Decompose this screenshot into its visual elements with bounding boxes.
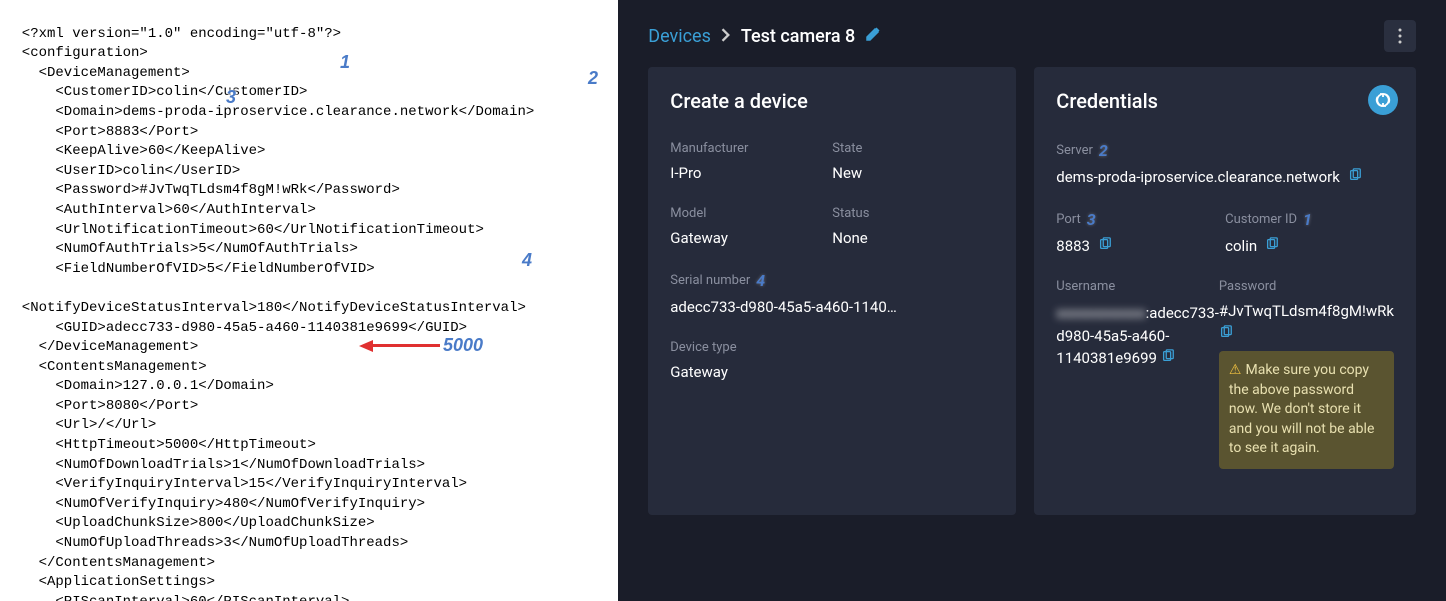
customerid-label: Customer ID 1 [1225,210,1394,229]
credentials-panel-title: Credentials [1056,89,1394,113]
copy-icon[interactable] [1348,168,1362,186]
manufacturer-value: I-Pro [670,164,832,182]
callout-2: 2 [588,66,598,91]
arrow-line [370,344,440,347]
copy-icon[interactable] [1161,349,1175,367]
password-warning: ⚠Make sure you copy the above password n… [1219,351,1394,469]
edit-icon[interactable] [865,26,881,46]
device-admin-pane: Devices Test camera 8 Create a device Ma… [618,0,1446,601]
breadcrumb-devices[interactable]: Devices [648,26,711,47]
state-label: State [832,141,994,156]
xml-line: <Password>#JvTwqTLdsm4f8gM!wRk</Password… [5,181,613,201]
callout-3: 3 [226,85,236,110]
serial-label: Serial number 4 [670,271,994,290]
xml-line: <?xml version="1.0" encoding="utf-8"?> [5,25,613,45]
server-label: Server 2 [1056,141,1394,160]
xml-line: <PIScanInterval>60</PIScanInterval> [5,593,613,601]
xml-line: <NumOfUploadThreads>3</NumOfUploadThread… [5,534,613,554]
devicetype-value: Gateway [670,363,994,381]
username-value: xxxxxxxxxxxx:adecc733-d980-45a5-a460-114… [1056,302,1219,370]
xml-line: <GUID>adecc733-d980-45a5-a460-1140381e96… [5,319,613,339]
xml-line: <ContentsManagement> [5,358,613,378]
port-value: 8883 [1056,237,1225,255]
xml-line: <Port>8080</Port> [5,397,613,417]
xml-source-pane: <?xml version="1.0" encoding="utf-8"?> <… [0,0,618,601]
xml-line: <UserID>colin</UserID> [5,162,613,182]
warning-icon: ⚠ [1229,362,1242,378]
refresh-button[interactable] [1368,85,1398,115]
state-value: New [832,164,994,182]
xml-line: <Domain>127.0.0.1</Domain> [5,377,613,397]
xml-line: <Port>8883</Port> [5,123,613,143]
server-value: dems-proda-iproservice.clearance.network [1056,168,1394,186]
callout-4: 4 [522,248,532,273]
model-label: Model [670,206,832,221]
chevron-right-icon [721,27,731,46]
xml-line: <KeepAlive>60</KeepAlive> [5,142,613,162]
xml-line: <VerifyInquiryInterval>15</VerifyInquiry… [5,475,613,495]
xml-line: <NumOfVerifyInquiry>480</NumOfVerifyInqu… [5,495,613,515]
header: Devices Test camera 8 [618,0,1446,67]
copy-icon[interactable] [1265,237,1279,255]
xml-line: </DeviceManagement> [5,338,613,358]
username-label: Username [1056,279,1219,294]
xml-line: <NumOfDownloadTrials>1</NumOfDownloadTri… [5,456,613,476]
xml-line: <configuration> [5,44,613,64]
password-value: #JvTwqTLdsm4f8gM!wRk [1219,302,1394,320]
xml-line: <UploadChunkSize>800</UploadChunkSize> [5,514,613,534]
callout-badge-1: 1 [1303,210,1312,229]
port-label: Port 3 [1056,210,1225,229]
arrow-label: 5000 [443,333,483,358]
manufacturer-label: Manufacturer [670,141,832,156]
xml-line: <Domain>dems-proda-iproservice.clearance… [5,103,613,123]
page-title: Test camera 8 [741,26,855,47]
model-value: Gateway [670,229,832,247]
callout-badge-4: 4 [756,271,765,290]
device-panel-title: Create a device [670,89,994,113]
xml-line: <NotifyDeviceStatusInterval>180</NotifyD… [5,299,613,319]
copy-icon[interactable] [1098,237,1112,255]
callout-badge-3: 3 [1087,210,1096,229]
password-label: Password [1219,279,1394,294]
credentials-panel: Credentials Server 2 dems-proda-iproserv… [1034,67,1416,515]
device-panel: Create a device Manufacturer I-Pro State… [648,67,1016,515]
copy-icon[interactable] [1219,324,1233,343]
callout-badge-2: 2 [1099,141,1108,160]
xml-line: <HttpTimeout>5000</HttpTimeout> [5,436,613,456]
xml-line: <ApplicationSettings> [5,573,613,593]
xml-line: <CustomerID>colin</CustomerID> [5,83,613,103]
xml-line: <UrlNotificationTimeout>60</UrlNotificat… [5,221,613,241]
xml-line: <Url>/</Url> [5,416,613,436]
customerid-value: colin [1225,237,1394,255]
xml-line [5,279,613,299]
callout-1: 1 [340,50,350,75]
xml-line: <DeviceManagement> [5,64,613,84]
status-label: Status [832,206,994,221]
xml-line: <AuthInterval>60</AuthInterval> [5,201,613,221]
serial-value: adecc733-d980-45a5-a460-11403… [670,298,900,316]
devicetype-label: Device type [670,340,994,355]
status-value: None [832,229,994,247]
kebab-menu-button[interactable] [1384,20,1416,52]
xml-line: </ContentsManagement> [5,554,613,574]
